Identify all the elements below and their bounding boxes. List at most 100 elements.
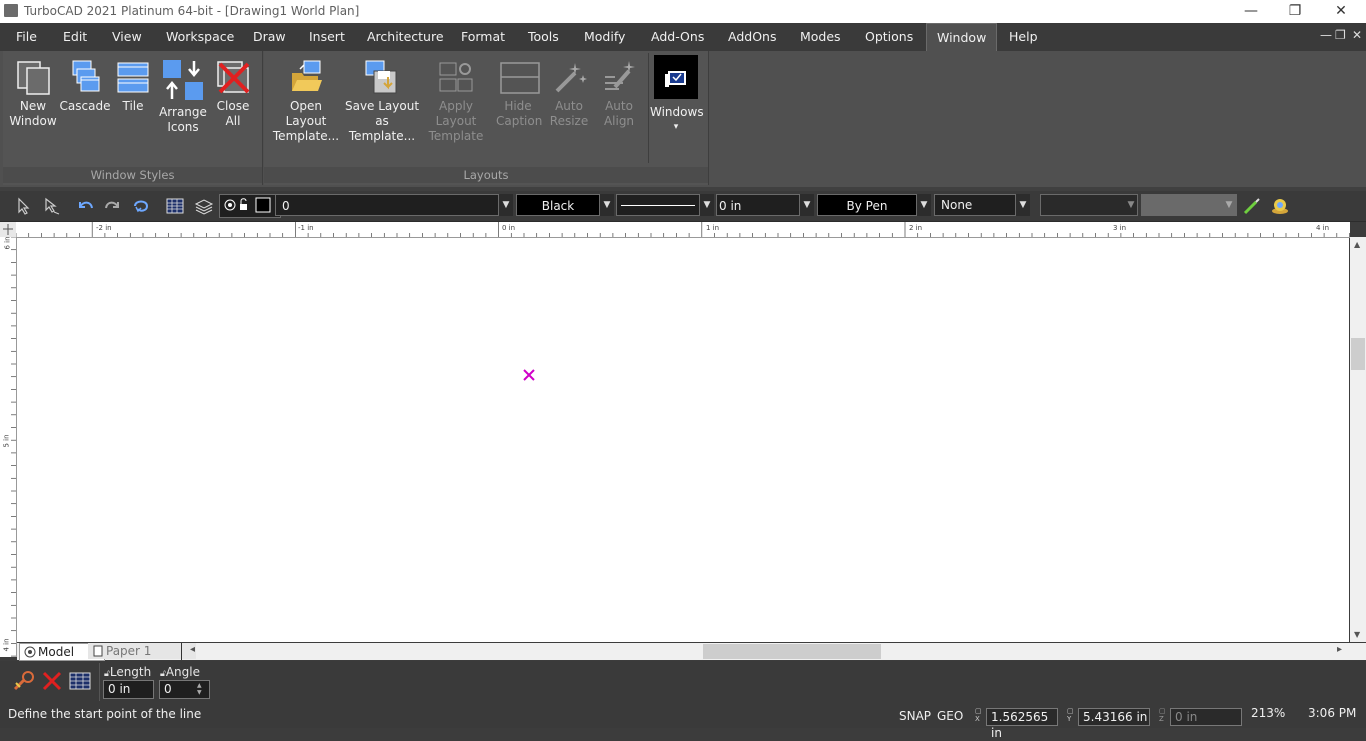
- menu-draw[interactable]: Draw: [253, 29, 286, 44]
- tile-label: Tile: [122, 99, 144, 113]
- mdi-minimize-button[interactable]: —: [1320, 28, 1332, 42]
- apply-layout-template-button[interactable]: Apply Layout Template: [420, 59, 492, 144]
- menu-options[interactable]: Options: [865, 29, 913, 44]
- pen-field[interactable]: By Pen: [817, 194, 917, 216]
- fill-dropdown-arrow[interactable]: ▼: [1124, 194, 1138, 216]
- menu-workspace[interactable]: Workspace: [166, 29, 234, 44]
- line-width-dropdown-arrow[interactable]: ▼: [800, 194, 814, 216]
- drawing-canvas[interactable]: [17, 238, 1349, 642]
- menu-architecture[interactable]: Architecture: [367, 29, 444, 44]
- edit-tool-icon[interactable]: [42, 196, 62, 216]
- match-properties-icon[interactable]: [1242, 196, 1262, 216]
- cascade-icon: [67, 59, 103, 95]
- x-lock-icon[interactable]: ▢ X: [975, 707, 982, 723]
- fill-color-dropdown-arrow[interactable]: ▼: [1222, 194, 1236, 216]
- tool-options-icon[interactable]: [12, 669, 36, 693]
- cancel-tool-icon[interactable]: [40, 669, 64, 693]
- hide-caption-button[interactable]: Hide Caption: [496, 59, 542, 129]
- layer-dropdown-arrow[interactable]: ▼: [499, 194, 513, 216]
- cascade-button[interactable]: Cascade: [59, 59, 111, 114]
- angle-input[interactable]: 0: [159, 680, 210, 699]
- z-lock-icon[interactable]: ▢ Z: [1159, 707, 1166, 723]
- minimize-button[interactable]: —: [1228, 0, 1274, 23]
- line-style-field[interactable]: [616, 194, 700, 216]
- hide-caption-label-1: Hide: [504, 99, 532, 113]
- app-icon[interactable]: [4, 4, 18, 17]
- windows-dropdown-arrow: ▾: [673, 122, 679, 132]
- layer-field[interactable]: 0: [275, 194, 499, 216]
- windows-dropdown-button[interactable]: Windows ▾: [650, 55, 704, 135]
- menu-view[interactable]: View: [112, 29, 142, 44]
- window-styles-group-label: Window Styles: [3, 167, 262, 183]
- pattern-dropdown-arrow[interactable]: ▼: [1016, 194, 1030, 216]
- ruler-label-0: 0 in: [502, 224, 516, 232]
- ruler-label-neg2: -2 in: [96, 224, 112, 232]
- ruler-label-4: 4 in: [1316, 224, 1330, 232]
- scroll-left-arrow-icon[interactable]: ◂: [190, 644, 195, 655]
- menu-insert[interactable]: Insert: [309, 29, 345, 44]
- scroll-right-arrow-icon[interactable]: ▸: [1337, 644, 1342, 655]
- menu-window[interactable]: Window: [926, 23, 998, 52]
- layer-visibility-controls[interactable]: [219, 194, 281, 218]
- menu-format[interactable]: Format: [461, 29, 505, 44]
- new-window-button[interactable]: New Window: [7, 59, 59, 129]
- open-layout-template-button[interactable]: Open Layout Template...: [268, 59, 344, 144]
- hide-caption-icon: [500, 59, 540, 95]
- pen-dropdown-arrow[interactable]: ▼: [917, 194, 931, 216]
- redo-icon[interactable]: [103, 196, 123, 216]
- tile-button[interactable]: Tile: [111, 59, 155, 114]
- horizontal-scroll-thumb[interactable]: [703, 644, 881, 659]
- ribbon-separator: [648, 53, 649, 163]
- mdi-restore-button[interactable]: ❐: [1335, 28, 1346, 42]
- menu-help[interactable]: Help: [1009, 29, 1038, 44]
- tab-paper-1[interactable]: Paper 1: [88, 643, 196, 659]
- menu-addons[interactable]: AddOns: [728, 29, 776, 44]
- line-width-field[interactable]: 0 in: [716, 194, 800, 216]
- restore-button[interactable]: ❐: [1272, 0, 1318, 23]
- close-button[interactable]: ✕: [1318, 0, 1364, 23]
- close-all-button[interactable]: Close All: [209, 59, 257, 129]
- z-coordinate-field[interactable]: 0 in: [1170, 708, 1242, 726]
- y-lock-icon[interactable]: ▢ Y: [1067, 707, 1074, 723]
- color-dropdown-arrow[interactable]: ▼: [600, 194, 614, 216]
- undo-icon[interactable]: [75, 196, 95, 216]
- mdi-close-button[interactable]: ✕: [1352, 28, 1362, 42]
- arrange-icons-button[interactable]: Arrange Icons: [157, 59, 209, 135]
- line-style-dropdown-arrow[interactable]: ▼: [700, 194, 714, 216]
- menu-modify[interactable]: Modify: [584, 29, 625, 44]
- layer-palette-icon[interactable]: [165, 196, 185, 216]
- menu-bar: File Edit View Workspace Draw Insert Arc…: [0, 23, 1366, 52]
- pattern-field[interactable]: None: [934, 194, 1016, 216]
- save-layout-template-button[interactable]: Save Layout as Template...: [344, 59, 420, 144]
- close-all-label-2: All: [225, 114, 241, 128]
- vertical-scrollbar[interactable]: ▲ ▼: [1350, 237, 1366, 642]
- length-input[interactable]: 0 in: [103, 680, 154, 699]
- inspector-palette-icon[interactable]: [68, 669, 92, 693]
- vertical-scroll-thumb[interactable]: [1351, 338, 1365, 370]
- scroll-up-arrow-icon[interactable]: ▲: [1354, 240, 1360, 249]
- snap-toggle[interactable]: SNAP: [899, 709, 931, 723]
- y-coordinate-field[interactable]: 5.43166 in: [1078, 708, 1150, 726]
- menu-edit[interactable]: Edit: [63, 29, 87, 44]
- menu-modes[interactable]: Modes: [800, 29, 841, 44]
- ruler-corner[interactable]: [0, 222, 16, 237]
- menu-tools[interactable]: Tools: [528, 29, 559, 44]
- tab-splitter[interactable]: [181, 643, 182, 660]
- auto-align-button[interactable]: Auto Align: [594, 59, 644, 129]
- layers-icon[interactable]: [194, 196, 214, 216]
- vertical-ruler: 6 in 5 in 4 in: [0, 237, 17, 657]
- auto-resize-button[interactable]: Auto Resize: [544, 59, 594, 129]
- sheet-tabs-bar: Model Paper 1 ◂ ▸: [17, 643, 1366, 661]
- geo-toggle[interactable]: GEO: [937, 709, 963, 723]
- color-field[interactable]: Black: [516, 194, 600, 216]
- menu-add-ons[interactable]: Add-Ons: [651, 29, 704, 44]
- close-all-label-1: Close: [216, 99, 250, 113]
- x-coordinate-field[interactable]: 1.562565 in: [986, 708, 1058, 740]
- refresh-icon[interactable]: [131, 196, 151, 216]
- scroll-down-arrow-icon[interactable]: ▼: [1354, 630, 1360, 639]
- angle-spinner[interactable]: ▲ ▼: [197, 682, 202, 696]
- menu-file[interactable]: File: [16, 29, 37, 44]
- render-icon[interactable]: [1270, 196, 1290, 216]
- auto-resize-label-2: Resize: [549, 114, 589, 128]
- select-arrow-icon[interactable]: [14, 196, 34, 216]
